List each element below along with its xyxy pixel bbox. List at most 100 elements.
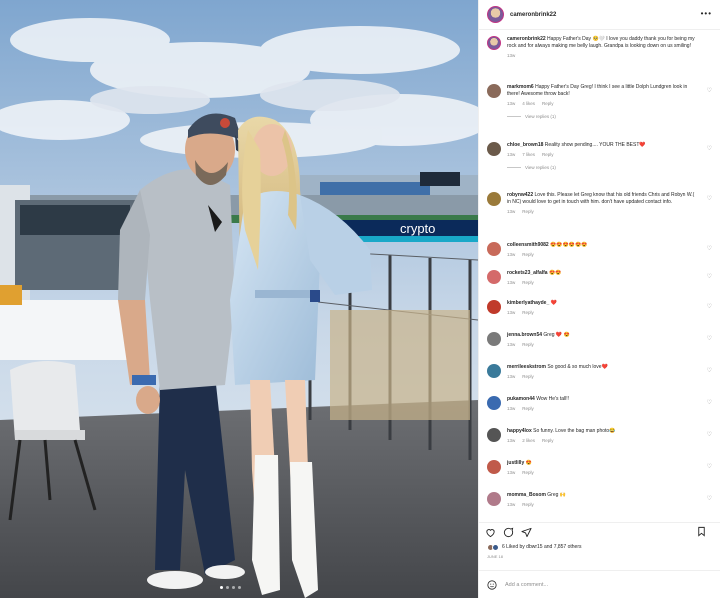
heart-icon[interactable]: ♡ (707, 87, 712, 94)
author-username[interactable]: cameronbrink22 (510, 12, 556, 18)
reply-button[interactable]: Reply (522, 209, 534, 214)
post-image: crypto (0, 0, 478, 598)
post-photo[interactable]: crypto (0, 0, 478, 598)
comment-icon[interactable] (503, 527, 514, 538)
view-replies[interactable]: View replies (1) (507, 114, 712, 119)
banner-text: crypto (400, 221, 435, 236)
comment-time: 13w (507, 374, 516, 379)
reply-button[interactable]: Reply (542, 438, 554, 443)
reply-button[interactable]: Reply (522, 470, 534, 475)
caption-username[interactable]: cameronbrink22 (507, 36, 546, 42)
carousel-dot (238, 586, 241, 589)
comment-item: robynw422 Love this. Please let Greg kno… (487, 192, 712, 214)
carousel-indicator (220, 586, 241, 589)
author-avatar[interactable] (487, 6, 504, 23)
comment-text: 😍 (525, 460, 532, 466)
commenter-avatar[interactable] (487, 192, 501, 206)
commenter-avatar[interactable] (487, 492, 501, 506)
reply-button[interactable]: Reply (522, 374, 534, 379)
commenter-avatar[interactable] (487, 396, 501, 410)
commenter-avatar[interactable] (487, 428, 501, 442)
heart-icon[interactable]: ♡ (707, 195, 712, 202)
comment-likes[interactable]: 7 likes (522, 152, 535, 157)
bookmark-icon[interactable] (696, 526, 707, 537)
caption-time: 13w (507, 53, 516, 58)
carousel-dot (232, 586, 235, 589)
comment-likes[interactable]: 4 likes (522, 101, 535, 106)
add-comment-bar[interactable]: Add a comment... (479, 570, 720, 598)
reply-button[interactable]: Reply (522, 406, 534, 411)
comment-item: markmom6 Happy Father's Day Greg! I thin… (487, 84, 712, 119)
commenter-avatar[interactable] (487, 364, 501, 378)
heart-icon[interactable]: ♡ (707, 399, 712, 406)
likes-summary[interactable]: 6 Liked by dbwr15 and 7,857 others (479, 541, 720, 553)
comments-list[interactable]: cameronbrink22 Happy Father's Day 🥺🤍 I l… (479, 32, 720, 522)
comment-username[interactable]: kimberlyathayde_ (507, 300, 549, 306)
add-comment-input[interactable]: Add a comment... (505, 582, 548, 588)
comment-text: So good & so much love❤️ (547, 364, 608, 370)
comment-item: justlilly 😍 13w Reply ♡ (487, 460, 712, 475)
heart-icon[interactable]: ♡ (707, 145, 712, 152)
heart-icon[interactable]: ♡ (707, 335, 712, 342)
comment-username[interactable]: colleensmith9082 (507, 242, 549, 248)
heart-icon[interactable]: ♡ (707, 303, 712, 310)
commenter-avatar[interactable] (487, 242, 501, 256)
comment-text: So funny. Love the bag man photo😂 (533, 428, 616, 434)
heart-icon[interactable]: ♡ (707, 431, 712, 438)
heart-icon[interactable]: ♡ (707, 463, 712, 470)
liker-avatar (492, 543, 499, 551)
reply-button[interactable]: Reply (522, 502, 534, 507)
comment-username[interactable]: markmom6 (507, 84, 534, 90)
reply-button[interactable]: Reply (522, 280, 534, 285)
heart-icon[interactable]: ♡ (707, 495, 712, 502)
commenter-avatar[interactable] (487, 460, 501, 474)
comment-username[interactable]: happy4lox (507, 428, 532, 434)
comment-text: ❤️ (550, 300, 557, 306)
comment-username[interactable]: merrileeskstrom (507, 364, 546, 370)
reply-button[interactable]: Reply (542, 152, 554, 157)
comment-time: 13w (507, 470, 516, 475)
heart-icon[interactable]: ♡ (707, 367, 712, 374)
commenter-avatar[interactable] (487, 142, 501, 156)
comment-item: kimberlyathayde_ ❤️ 13w Reply ♡ (487, 300, 712, 315)
reply-button[interactable]: Reply (522, 342, 534, 347)
comment-time: 13w (507, 209, 516, 214)
comment-item: merrileeskstrom So good & so much love❤️… (487, 364, 712, 379)
heart-icon[interactable]: ♡ (707, 245, 712, 252)
replies-line (507, 116, 521, 117)
comment-item: happy4lox So funny. Love the bag man pho… (487, 428, 712, 443)
heart-icon[interactable] (485, 527, 496, 538)
post-header: cameronbrink22 ••• (479, 0, 720, 30)
comment-likes[interactable]: 2 likes (522, 438, 535, 443)
commenter-avatar[interactable] (487, 300, 501, 314)
emoji-icon[interactable] (487, 579, 497, 590)
commenter-avatar[interactable] (487, 270, 501, 284)
comment-item: pukamon44 Wow He's tall!! 13w Reply ♡ (487, 396, 712, 411)
likes-text: 6 Liked by dbwr15 and 7,857 others (502, 544, 582, 550)
post-date: JUNE 18 (487, 554, 504, 559)
view-replies[interactable]: View replies (1) (507, 165, 712, 170)
comment-username[interactable]: justlilly (507, 460, 524, 466)
commenter-avatar[interactable] (487, 84, 501, 98)
comment-username[interactable]: pukamon44 (507, 396, 535, 402)
comment-username[interactable]: robynw422 (507, 192, 533, 198)
share-icon[interactable] (521, 527, 532, 538)
comment-username[interactable]: rockets23_alfalfa (507, 270, 548, 276)
reply-button[interactable]: Reply (522, 310, 534, 315)
more-horizontal-icon[interactable]: ••• (701, 9, 712, 18)
caption-avatar[interactable] (487, 36, 501, 50)
reply-button[interactable]: Reply (542, 101, 554, 106)
comment-username[interactable]: chloe_brown18 (507, 142, 543, 148)
comment-time: 13w (507, 406, 516, 411)
comment-username[interactable]: momma_Bosom (507, 492, 546, 498)
comment-username[interactable]: jenna.brown54 (507, 332, 542, 338)
view-replies-label[interactable]: View replies (1) (525, 114, 556, 119)
caption: cameronbrink22 Happy Father's Day 🥺🤍 I l… (487, 36, 712, 58)
post-actions: 6 Liked by dbwr15 and 7,857 others JUNE … (479, 522, 720, 559)
commenter-avatar[interactable] (487, 332, 501, 346)
reply-button[interactable]: Reply (522, 252, 534, 257)
comment-item: chloe_brown18 Reality show pending.... Y… (487, 142, 712, 170)
heart-icon[interactable]: ♡ (707, 273, 712, 280)
view-replies-label[interactable]: View replies (1) (525, 165, 556, 170)
post-sidebar: cameronbrink22 ••• cameronbrink22 Happy … (478, 0, 720, 598)
